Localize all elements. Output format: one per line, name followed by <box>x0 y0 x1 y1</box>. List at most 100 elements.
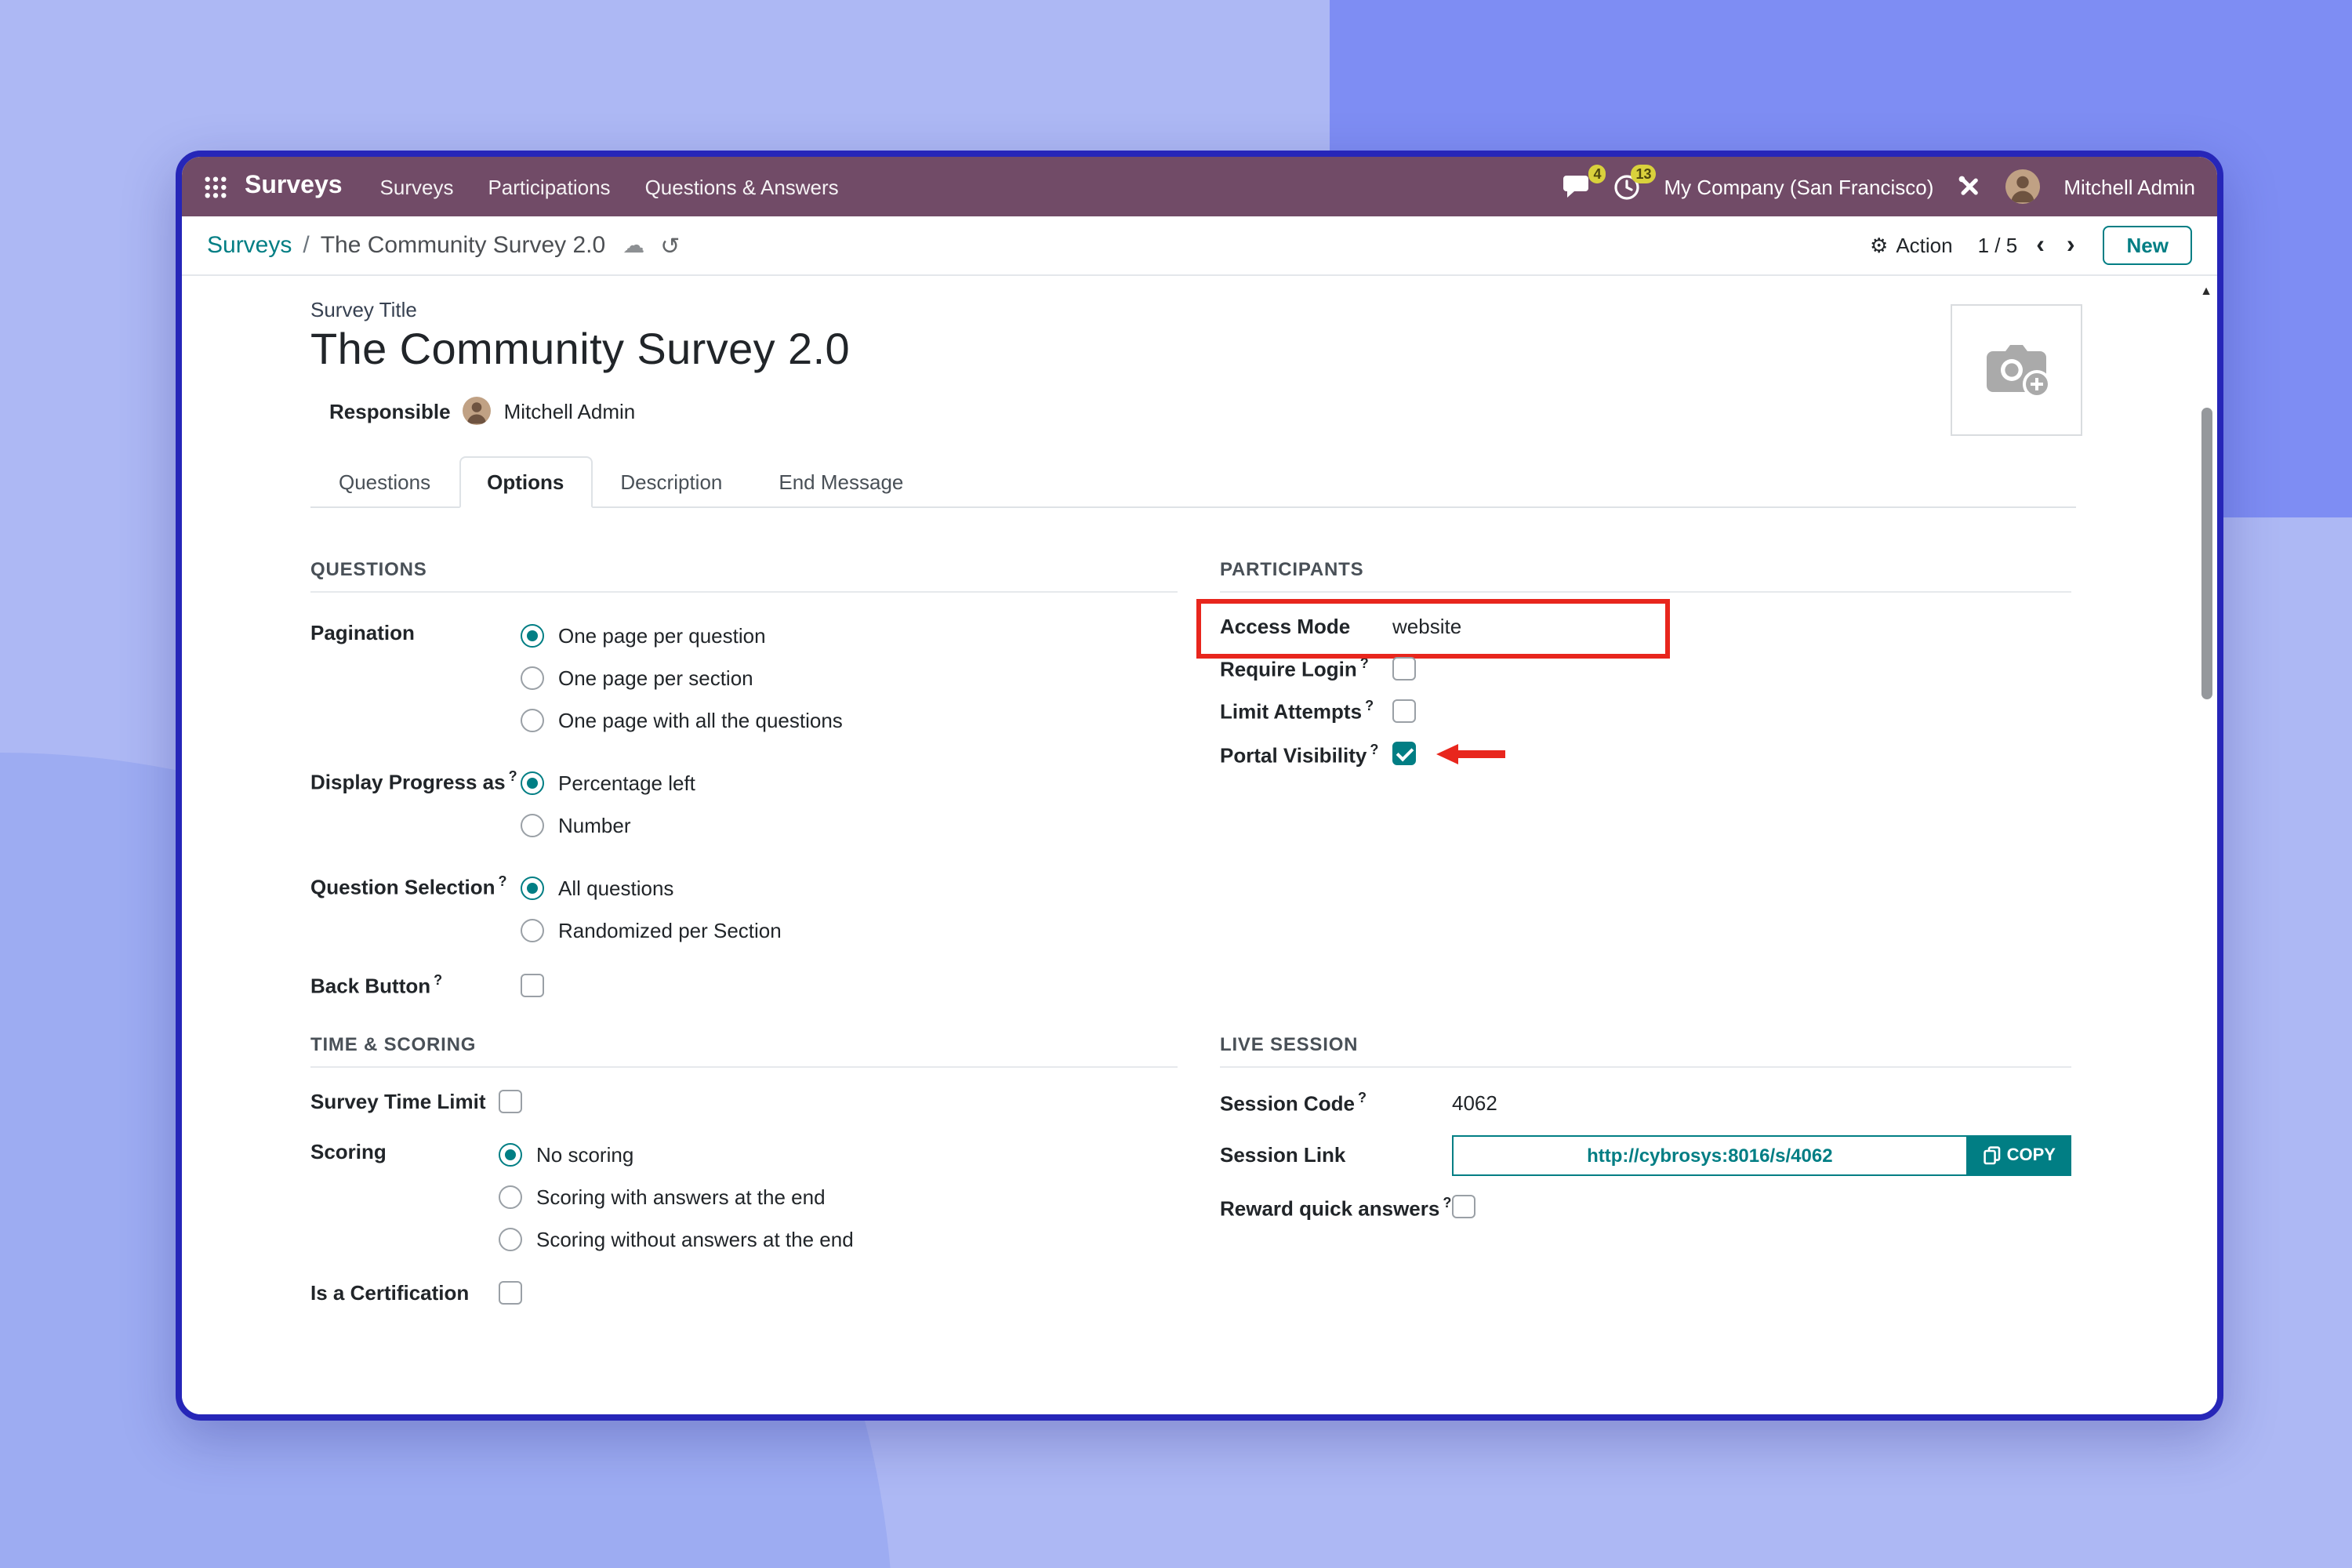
survey-title-label: Survey Title <box>310 298 2076 321</box>
field-question-selection: Question Selection? All questions Random… <box>310 867 1178 952</box>
field-session-link: Session Link http://cybrosys:8016/s/4062… <box>1220 1134 2071 1175</box>
radio-icon[interactable] <box>521 709 544 732</box>
field-label: Pagination <box>310 615 521 742</box>
field-label: Require Login? <box>1220 655 1392 681</box>
help-icon: ? <box>1358 1091 1367 1106</box>
options-columns: QUESTIONS Pagination One page per questi… <box>310 558 2076 1326</box>
apps-grid-icon[interactable] <box>204 175 227 198</box>
scrollbar-thumb[interactable] <box>2201 408 2212 699</box>
field-label: Reward quick answers? <box>1220 1194 1452 1220</box>
responsible-row: Responsible Mitchell Admin <box>329 397 2076 425</box>
messages-icon[interactable]: 4 <box>1562 174 1590 199</box>
portal-visibility-checkbox[interactable] <box>1392 742 1416 766</box>
company-switcher[interactable]: My Company (San Francisco) <box>1664 175 1933 198</box>
copy-icon <box>1984 1145 2001 1164</box>
tab-end-message[interactable]: End Message <box>750 456 931 508</box>
radio-option[interactable]: One page per section <box>521 657 843 699</box>
tab-description[interactable]: Description <box>592 456 750 508</box>
radio-option[interactable]: No scoring <box>499 1134 854 1177</box>
tab-label: End Message <box>779 470 903 494</box>
field-label: Limit Attempts? <box>1220 699 1392 724</box>
option-label: No scoring <box>536 1144 633 1167</box>
help-icon: ? <box>434 972 442 988</box>
radio-option[interactable]: One page per question <box>521 615 843 657</box>
radio-option[interactable]: One page with all the questions <box>521 699 843 742</box>
access-mode-field[interactable]: website <box>1392 615 1461 638</box>
field-display-progress: Display Progress as? Percentage left Num… <box>310 762 1178 847</box>
radio-option[interactable]: Number <box>521 804 695 847</box>
radio-icon[interactable] <box>499 1144 522 1167</box>
radio-option[interactable]: Randomized per Section <box>521 909 782 952</box>
field-label: Portal Visibility? <box>1220 741 1392 767</box>
field-reward-quick-answers: Reward quick answers? <box>1220 1194 2071 1220</box>
stage: Surveys Surveys Participations Questions… <box>0 0 2352 1568</box>
debug-tools-icon[interactable] <box>1957 174 1982 199</box>
save-cloud-icon[interactable]: ☁ <box>622 232 644 259</box>
field-survey-time-limit: Survey Time Limit <box>310 1091 1178 1114</box>
limit-attempts-checkbox[interactable] <box>1392 699 1416 723</box>
survey-image-placeholder[interactable] <box>1951 304 2082 436</box>
require-login-checkbox[interactable] <box>1392 656 1416 680</box>
messages-badge: 4 <box>1588 165 1606 183</box>
is-certification-checkbox[interactable] <box>499 1282 522 1305</box>
radio-option[interactable]: Scoring without answers at the end <box>499 1219 854 1261</box>
radio-group-pagination: One page per question One page per secti… <box>521 615 843 742</box>
field-label: Question Selection? <box>310 867 521 952</box>
pager-previous-button[interactable]: ‹ <box>2033 233 2048 258</box>
pager-next-button[interactable]: › <box>2063 233 2078 258</box>
menu-questions-answers[interactable]: Questions & Answers <box>645 175 839 198</box>
user-name[interactable]: Mitchell Admin <box>2063 175 2195 198</box>
field-back-button: Back Button? <box>310 972 1178 998</box>
session-link-input[interactable]: http://cybrosys:8016/s/4062 <box>1452 1134 1968 1175</box>
radio-icon[interactable] <box>521 624 544 648</box>
gear-icon: ⚙ <box>1870 233 1888 258</box>
radio-icon[interactable] <box>499 1186 522 1210</box>
tab-label: Description <box>620 470 722 494</box>
breadcrumb-separator: / <box>303 232 309 259</box>
camera-plus-icon <box>1980 339 2053 401</box>
radio-icon[interactable] <box>521 919 544 942</box>
pager-value: 1 / 5 <box>1978 234 2018 257</box>
help-icon: ? <box>1365 699 1374 714</box>
pager: 1 / 5 ‹ › <box>1978 233 2078 258</box>
scrollbar-up-arrow[interactable]: ▲ <box>2200 285 2212 298</box>
option-label: Percentage left <box>558 771 695 795</box>
radio-icon[interactable] <box>521 771 544 795</box>
radio-option[interactable]: All questions <box>521 867 782 909</box>
user-avatar[interactable] <box>2005 169 2040 204</box>
radio-icon[interactable] <box>521 877 544 900</box>
breadcrumb-parent[interactable]: Surveys <box>207 232 292 259</box>
systray: 4 13 My Company (San Francisco) <box>1562 169 2195 204</box>
reward-quick-answers-checkbox[interactable] <box>1452 1196 1475 1219</box>
notebook-tabs: Questions Options Description End Messag… <box>310 456 2076 508</box>
action-menu-button[interactable]: ⚙ Action <box>1870 233 1953 258</box>
menu-participations[interactable]: Participations <box>488 175 610 198</box>
field-label: Survey Time Limit <box>310 1091 499 1114</box>
app-name[interactable]: Surveys <box>245 172 343 201</box>
breadcrumb-current: The Community Survey 2.0 <box>321 232 606 259</box>
option-label: All questions <box>558 877 673 900</box>
field-is-certification: Is a Certification <box>310 1282 1178 1305</box>
tab-questions[interactable]: Questions <box>310 456 459 508</box>
radio-icon[interactable] <box>521 814 544 837</box>
session-link-url[interactable]: http://cybrosys:8016/s/4062 <box>1587 1144 1833 1166</box>
new-button[interactable]: New <box>2103 226 2192 265</box>
back-button-checkbox[interactable] <box>521 973 544 996</box>
discard-icon[interactable]: ↺ <box>660 231 680 260</box>
radio-icon[interactable] <box>521 666 544 690</box>
field-scoring: Scoring No scoring Scoring with answers … <box>310 1134 1178 1261</box>
survey-title-field[interactable]: The Community Survey 2.0 <box>310 325 2076 375</box>
radio-option[interactable]: Percentage left <box>521 762 695 804</box>
section-heading: LIVE SESSION <box>1220 1034 2071 1069</box>
copy-button[interactable]: COPY <box>1968 1134 2071 1175</box>
radio-option[interactable]: Scoring with answers at the end <box>499 1177 854 1219</box>
radio-group-scoring: No scoring Scoring with answers at the e… <box>499 1134 854 1261</box>
tab-options[interactable]: Options <box>459 456 592 508</box>
responsible-field[interactable]: Mitchell Admin <box>504 399 636 423</box>
survey-time-limit-checkbox[interactable] <box>499 1091 522 1114</box>
radio-icon[interactable] <box>499 1229 522 1252</box>
activities-icon[interactable]: 13 <box>1613 173 1640 200</box>
field-label: Access Mode <box>1220 615 1392 638</box>
field-access-mode: Access Mode website <box>1220 615 2071 638</box>
menu-surveys[interactable]: Surveys <box>380 175 454 198</box>
